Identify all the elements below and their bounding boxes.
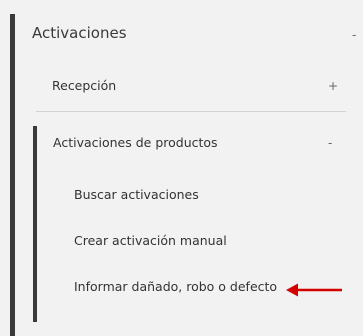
sidebar-item-recepcion[interactable]: Recepción +: [15, 70, 363, 102]
collapse-icon[interactable]: -: [328, 136, 332, 150]
sidebar-item-activaciones-productos[interactable]: Activaciones de productos -: [37, 130, 363, 160]
left-arrow-icon: [286, 283, 342, 297]
menu-item-label: Crear activación manual: [74, 233, 227, 248]
menu-item-crear-activacion-manual[interactable]: Crear activación manual: [37, 229, 317, 255]
sidebar-item-recepcion-label: Recepción: [52, 78, 117, 93]
menu-item-label: Buscar activaciones: [74, 187, 199, 202]
collapse-icon[interactable]: -: [352, 28, 356, 42]
outer-active-indicator: [10, 14, 15, 336]
divider: [36, 111, 346, 112]
menu-item-informar-danado[interactable]: Informar dañado, robo o defecto: [37, 275, 287, 301]
section-activaciones-label: Activaciones: [32, 24, 127, 42]
menu-item-label: Informar dañado, robo o defecto: [74, 279, 278, 294]
menu-item-buscar-activaciones[interactable]: Buscar activaciones: [37, 183, 317, 209]
expand-icon[interactable]: +: [328, 79, 338, 93]
sidebar-item-activaciones-productos-label: Activaciones de productos: [53, 135, 218, 150]
section-activaciones[interactable]: Activaciones -: [15, 14, 363, 54]
